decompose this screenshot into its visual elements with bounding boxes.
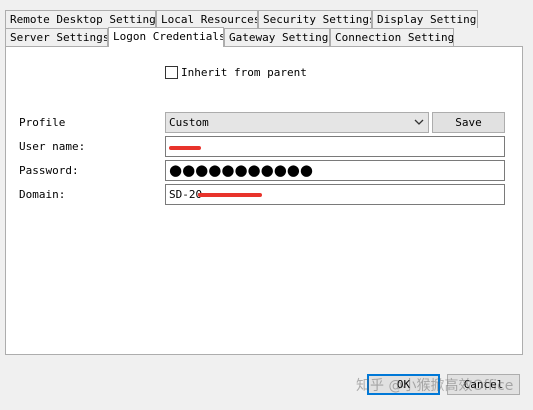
tab-server-settings[interactable]: Server Settings bbox=[5, 28, 108, 46]
redaction-mark bbox=[198, 193, 262, 197]
profile-select-value: Custom bbox=[169, 116, 209, 129]
tab-display-settings[interactable]: Display Settings bbox=[372, 10, 478, 28]
cancel-button[interactable]: Cancel bbox=[447, 374, 520, 395]
domain-input[interactable]: SD-20 bbox=[165, 184, 505, 205]
ok-button[interactable]: OK bbox=[367, 374, 440, 395]
tab-connection-settings[interactable]: Connection Settings bbox=[330, 28, 454, 46]
password-input[interactable]: ●●●●●●●●●●● bbox=[165, 160, 505, 181]
tab-gateway-settings[interactable]: Gateway Settings bbox=[224, 28, 330, 46]
logon-credentials-panel: Inherit from parent Profile Custom Save … bbox=[5, 46, 523, 355]
domain-label: Domain: bbox=[19, 188, 66, 201]
inherit-from-parent-label: Inherit from parent bbox=[181, 66, 307, 79]
tab-logon-credentials[interactable]: Logon Credentials bbox=[108, 27, 224, 47]
profile-select[interactable]: Custom bbox=[165, 112, 429, 133]
username-label: User name: bbox=[19, 140, 86, 153]
redaction-mark bbox=[169, 146, 201, 150]
tab-remote-desktop-settings[interactable]: Remote Desktop Settings bbox=[5, 10, 156, 28]
password-value: ●●●●●●●●●●● bbox=[169, 161, 313, 179]
tab-local-resources[interactable]: Local Resources bbox=[156, 10, 258, 28]
username-input[interactable] bbox=[165, 136, 505, 157]
chevron-down-icon bbox=[414, 119, 424, 125]
inherit-from-parent-checkbox[interactable] bbox=[165, 66, 178, 79]
save-profile-button[interactable]: Save bbox=[432, 112, 505, 133]
tab-security-settings[interactable]: Security Settings bbox=[258, 10, 372, 28]
password-label: Password: bbox=[19, 164, 79, 177]
profile-label: Profile bbox=[19, 116, 66, 129]
